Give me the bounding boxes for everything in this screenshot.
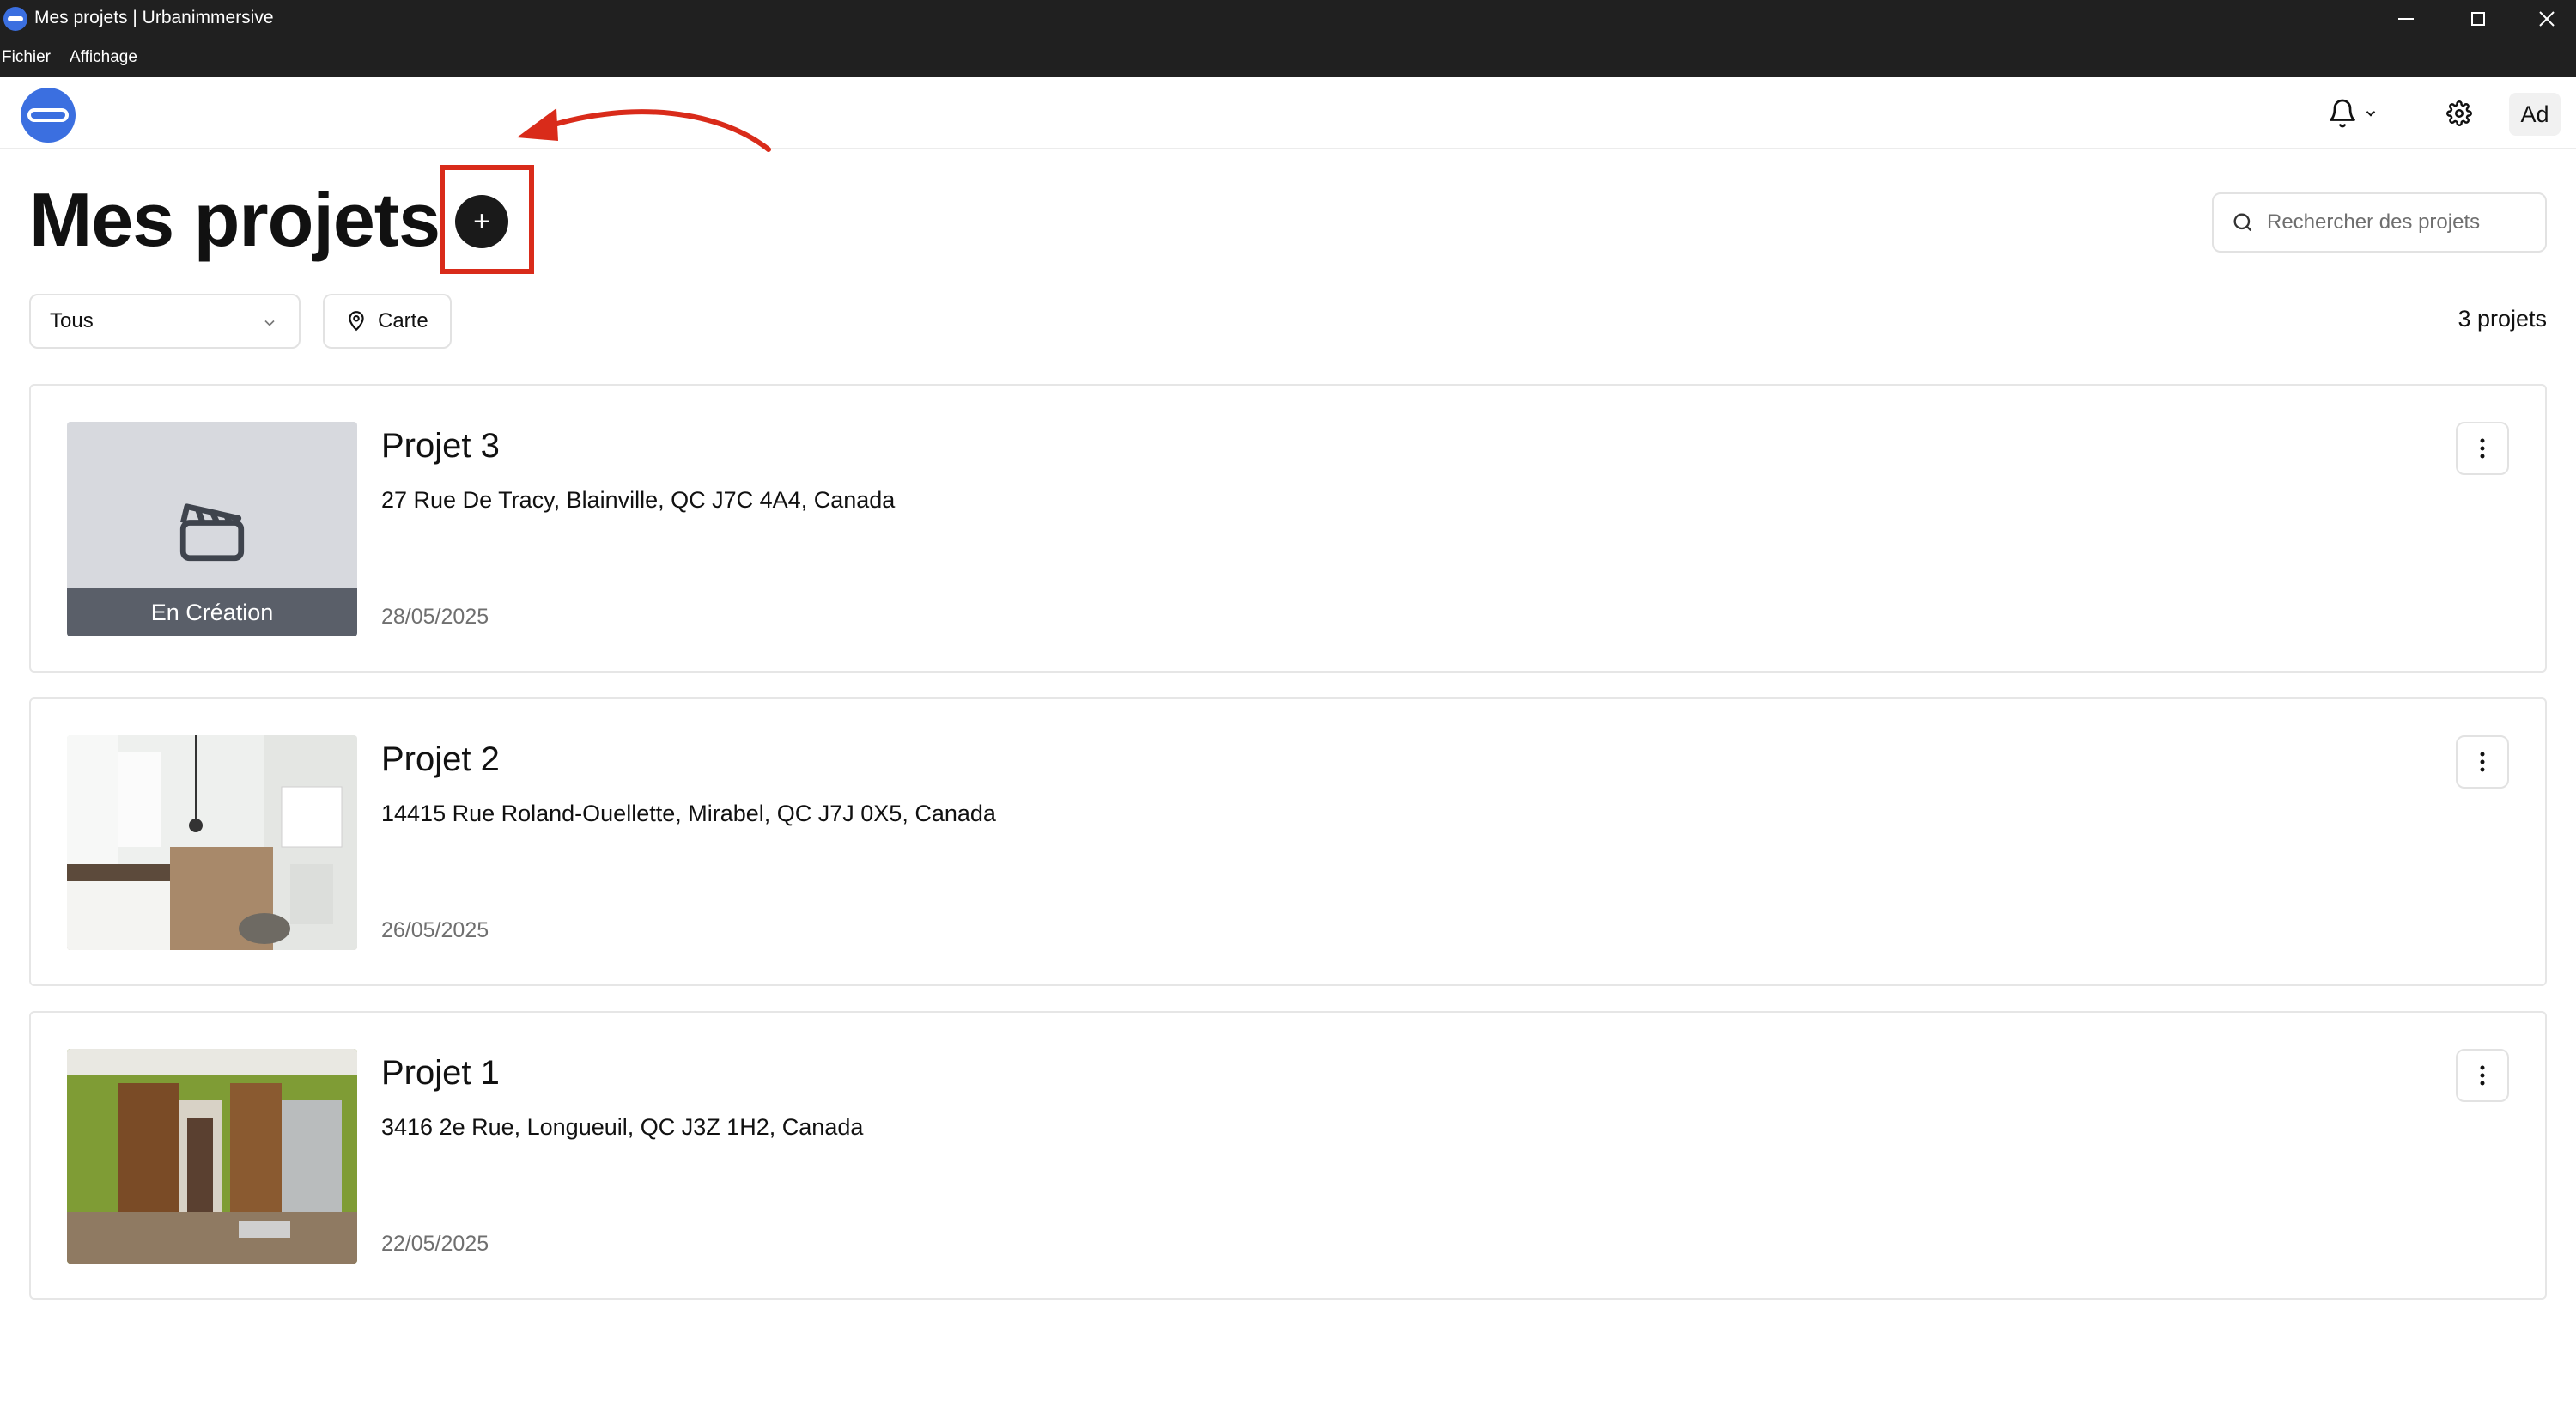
project-card[interactable]: Projet 1 3416 2e Rue, Longueuil, QC J3Z …	[29, 1011, 2547, 1300]
project-address: 27 Rue De Tracy, Blainville, QC J7C 4A4,…	[381, 487, 896, 513]
window-titlebar: Mes projets | Urbanimmersive Fichier Aff…	[0, 0, 2576, 77]
menu-item-affichage[interactable]: Affichage	[70, 45, 137, 70]
bell-icon	[2330, 99, 2355, 128]
project-menu-button[interactable]	[2456, 735, 2509, 789]
map-button-label: Carte	[378, 309, 428, 332]
more-vertical-icon	[2480, 438, 2485, 459]
project-thumbnail-placeholder: En Création	[67, 422, 357, 636]
project-date: 26/05/2025	[381, 918, 489, 942]
window-title: Mes projets | Urbanimmersive	[34, 8, 274, 27]
logo-icon[interactable]	[21, 88, 76, 143]
menu-item-fichier[interactable]: Fichier	[2, 45, 51, 70]
clapperboard-icon	[179, 503, 245, 562]
search-icon	[2233, 213, 2252, 232]
app-icon	[3, 7, 27, 31]
project-menu-button[interactable]	[2456, 1049, 2509, 1102]
map-button[interactable]: Carte	[323, 294, 452, 349]
gear-icon	[2446, 100, 2472, 126]
settings-button[interactable]	[2440, 94, 2478, 132]
project-date: 28/05/2025	[381, 605, 489, 629]
project-photo	[67, 735, 357, 950]
status-filter-value: Tous	[50, 309, 94, 332]
project-card[interactable]: Projet 2 14415 Rue Roland-Ouellette, Mir…	[29, 697, 2547, 986]
chevron-down-icon	[2366, 111, 2376, 117]
close-icon	[2539, 11, 2555, 27]
project-name[interactable]: Projet 3	[381, 425, 500, 466]
minimize-icon	[2398, 18, 2414, 20]
maximize-icon	[2471, 12, 2485, 26]
search-box[interactable]	[2212, 192, 2547, 253]
project-count: 3 projets	[2458, 306, 2547, 332]
project-date: 22/05/2025	[381, 1232, 489, 1256]
project-name[interactable]: Projet 2	[381, 739, 500, 780]
map-pin-icon	[349, 311, 364, 332]
more-vertical-icon	[2480, 752, 2485, 772]
annotation-arrow	[517, 108, 771, 152]
project-photo	[67, 1049, 357, 1264]
search-input[interactable]	[2267, 210, 2542, 234]
project-card[interactable]: En Création Projet 3 27 Rue De Tracy, Bl…	[29, 384, 2547, 673]
chevron-down-icon	[264, 320, 275, 326]
more-vertical-icon	[2480, 1065, 2485, 1086]
page-title: Mes projets	[29, 177, 440, 262]
status-badge: En Création	[67, 588, 357, 636]
annotation-highlight-box	[440, 165, 534, 274]
project-name[interactable]: Projet 1	[381, 1052, 500, 1093]
kitchen-photo	[67, 1049, 357, 1264]
status-filter-select[interactable]: Tous	[29, 294, 301, 349]
kitchen-photo	[67, 735, 357, 950]
maximize-button[interactable]	[2442, 0, 2514, 38]
project-address: 3416 2e Rue, Longueuil, QC J3Z 1H2, Cana…	[381, 1114, 864, 1140]
close-button[interactable]	[2511, 0, 2576, 38]
menu-bar: Fichier Affichage	[0, 45, 155, 70]
notifications-button[interactable]	[2327, 94, 2387, 132]
minimize-button[interactable]	[2370, 0, 2442, 38]
project-menu-button[interactable]	[2456, 422, 2509, 475]
avatar[interactable]: Ad	[2509, 93, 2561, 136]
app-header: Ad	[0, 77, 2576, 149]
project-address: 14415 Rue Roland-Ouellette, Mirabel, QC …	[381, 801, 996, 826]
